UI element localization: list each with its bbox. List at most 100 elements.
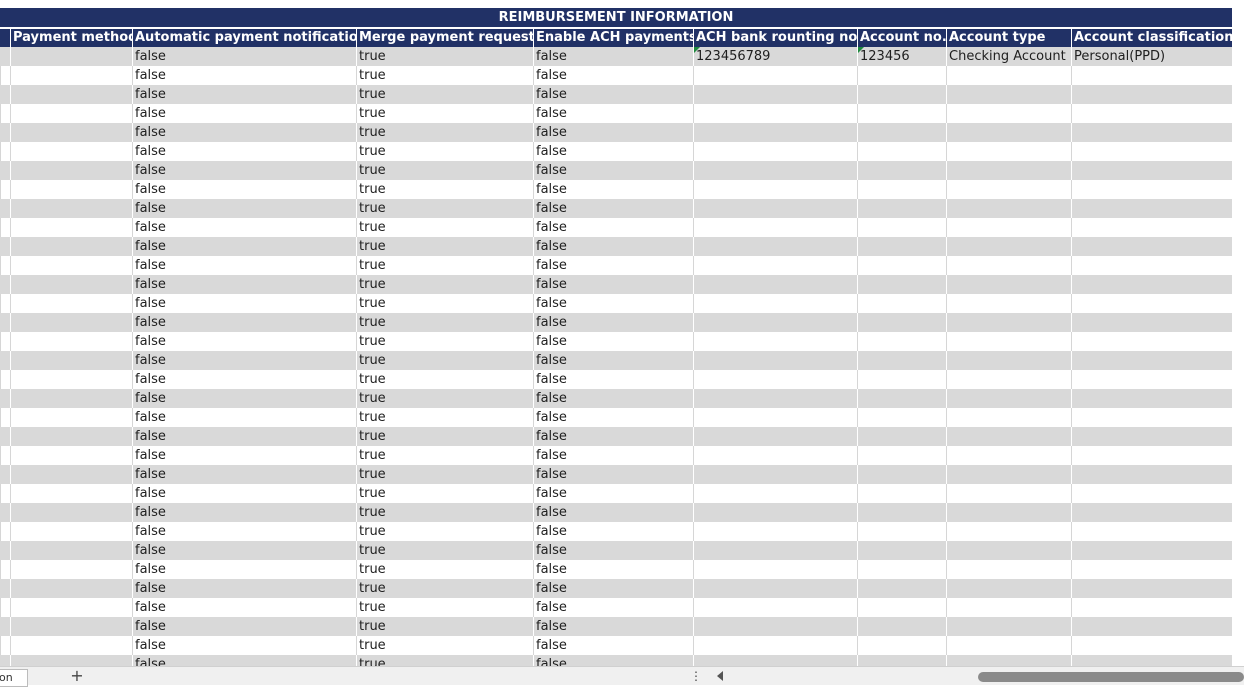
ach-routing-cell[interactable] xyxy=(693,313,857,332)
account-number-cell[interactable] xyxy=(857,237,946,256)
account-classification-cell[interactable] xyxy=(1071,484,1232,503)
payment-method-cell[interactable] xyxy=(10,484,132,503)
automatic-payment-notification-cell[interactable]: false xyxy=(132,66,356,85)
automatic-payment-notification-cell[interactable]: false xyxy=(132,598,356,617)
automatic-payment-notification-cell[interactable]: false xyxy=(132,446,356,465)
account-classification-cell[interactable] xyxy=(1071,408,1232,427)
merge-payment-requests-cell[interactable]: true xyxy=(356,47,533,66)
payment-method-cell[interactable] xyxy=(10,237,132,256)
account-type-cell[interactable] xyxy=(946,484,1071,503)
account-number-cell[interactable] xyxy=(857,161,946,180)
ach-routing-cell[interactable] xyxy=(693,655,857,666)
merge-payment-requests-cell[interactable]: true xyxy=(356,389,533,408)
automatic-payment-notification-cell[interactable]: false xyxy=(132,351,356,370)
enable-ach-payments-cell[interactable]: false xyxy=(533,617,693,636)
horizontal-scrollbar[interactable] xyxy=(728,670,1244,682)
more-options-icon[interactable]: ⋮ xyxy=(690,669,702,683)
payment-method-cell[interactable] xyxy=(10,104,132,123)
automatic-payment-notification-cell[interactable]: false xyxy=(132,47,356,66)
row-gutter[interactable] xyxy=(0,446,10,465)
ach-routing-cell[interactable] xyxy=(693,617,857,636)
ach-routing-cell[interactable] xyxy=(693,351,857,370)
enable-ach-payments-cell[interactable]: false xyxy=(533,408,693,427)
ach-routing-cell[interactable] xyxy=(693,85,857,104)
account-classification-cell[interactable] xyxy=(1071,370,1232,389)
account-type-cell[interactable] xyxy=(946,446,1071,465)
ach-routing-cell[interactable] xyxy=(693,142,857,161)
account-classification-cell[interactable] xyxy=(1071,636,1232,655)
automatic-payment-notification-cell[interactable]: false xyxy=(132,427,356,446)
payment-method-cell[interactable] xyxy=(10,66,132,85)
merge-payment-requests-cell[interactable]: true xyxy=(356,541,533,560)
ach-routing-cell[interactable] xyxy=(693,484,857,503)
ach-routing-cell[interactable] xyxy=(693,427,857,446)
account-classification-cell[interactable]: Personal(PPD) xyxy=(1071,47,1232,66)
ach-routing-cell[interactable] xyxy=(693,180,857,199)
enable-ach-payments-cell[interactable]: false xyxy=(533,427,693,446)
account-classification-cell[interactable] xyxy=(1071,199,1232,218)
payment-method-cell[interactable] xyxy=(10,370,132,389)
account-type-cell[interactable] xyxy=(946,351,1071,370)
enable-ach-payments-cell[interactable]: false xyxy=(533,66,693,85)
ach-routing-cell[interactable] xyxy=(693,560,857,579)
merge-payment-requests-cell[interactable]: true xyxy=(356,579,533,598)
automatic-payment-notification-cell[interactable]: false xyxy=(132,142,356,161)
account-number-cell[interactable] xyxy=(857,275,946,294)
column-header-account-type[interactable]: Account type xyxy=(946,29,1071,47)
automatic-payment-notification-cell[interactable]: false xyxy=(132,237,356,256)
account-type-cell[interactable] xyxy=(946,218,1071,237)
ach-routing-cell[interactable] xyxy=(693,104,857,123)
account-number-cell[interactable] xyxy=(857,598,946,617)
account-type-cell[interactable] xyxy=(946,541,1071,560)
account-type-cell[interactable] xyxy=(946,427,1071,446)
account-type-cell[interactable] xyxy=(946,560,1071,579)
automatic-payment-notification-cell[interactable]: false xyxy=(132,275,356,294)
enable-ach-payments-cell[interactable]: false xyxy=(533,313,693,332)
ach-routing-cell[interactable] xyxy=(693,636,857,655)
account-type-cell[interactable] xyxy=(946,636,1071,655)
payment-method-cell[interactable] xyxy=(10,199,132,218)
enable-ach-payments-cell[interactable]: false xyxy=(533,161,693,180)
enable-ach-payments-cell[interactable]: false xyxy=(533,123,693,142)
automatic-payment-notification-cell[interactable]: false xyxy=(132,541,356,560)
ach-routing-cell[interactable] xyxy=(693,294,857,313)
enable-ach-payments-cell[interactable]: false xyxy=(533,465,693,484)
payment-method-cell[interactable] xyxy=(10,47,132,66)
ach-routing-cell[interactable] xyxy=(693,123,857,142)
ach-routing-cell[interactable] xyxy=(693,541,857,560)
account-number-cell[interactable] xyxy=(857,294,946,313)
ach-routing-cell[interactable] xyxy=(693,579,857,598)
merge-payment-requests-cell[interactable]: true xyxy=(356,256,533,275)
automatic-payment-notification-cell[interactable]: false xyxy=(132,408,356,427)
payment-method-cell[interactable] xyxy=(10,598,132,617)
account-classification-cell[interactable] xyxy=(1071,598,1232,617)
enable-ach-payments-cell[interactable]: false xyxy=(533,579,693,598)
automatic-payment-notification-cell[interactable]: false xyxy=(132,313,356,332)
account-type-cell[interactable] xyxy=(946,389,1071,408)
account-number-cell[interactable] xyxy=(857,218,946,237)
ach-routing-cell[interactable] xyxy=(693,370,857,389)
account-type-cell[interactable] xyxy=(946,617,1071,636)
account-number-cell[interactable] xyxy=(857,408,946,427)
account-number-cell[interactable] xyxy=(857,503,946,522)
automatic-payment-notification-cell[interactable]: false xyxy=(132,636,356,655)
sheet-tab[interactable]: on xyxy=(0,669,28,687)
automatic-payment-notification-cell[interactable]: false xyxy=(132,655,356,666)
merge-payment-requests-cell[interactable]: true xyxy=(356,617,533,636)
payment-method-cell[interactable] xyxy=(10,275,132,294)
account-type-cell[interactable] xyxy=(946,522,1071,541)
enable-ach-payments-cell[interactable]: false xyxy=(533,275,693,294)
payment-method-cell[interactable] xyxy=(10,256,132,275)
account-number-cell[interactable] xyxy=(857,199,946,218)
account-classification-cell[interactable] xyxy=(1071,522,1232,541)
enable-ach-payments-cell[interactable]: false xyxy=(533,503,693,522)
account-classification-cell[interactable] xyxy=(1071,142,1232,161)
enable-ach-payments-cell[interactable]: false xyxy=(533,104,693,123)
ach-routing-cell[interactable] xyxy=(693,237,857,256)
banner-title[interactable]: REIMBURSEMENT INFORMATION xyxy=(0,8,1232,27)
merge-payment-requests-cell[interactable]: true xyxy=(356,161,533,180)
account-type-cell[interactable] xyxy=(946,503,1071,522)
account-number-cell[interactable] xyxy=(857,560,946,579)
account-classification-cell[interactable] xyxy=(1071,560,1232,579)
ach-routing-cell[interactable] xyxy=(693,275,857,294)
